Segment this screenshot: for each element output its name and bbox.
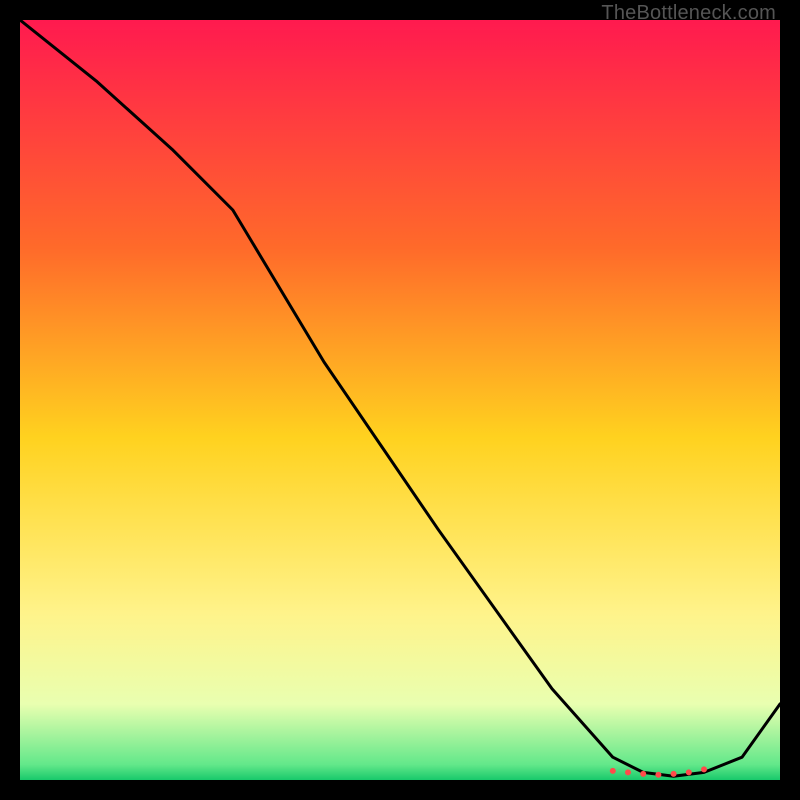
marker-dot — [671, 771, 677, 777]
chart-frame — [20, 20, 780, 780]
chart-background — [20, 20, 780, 780]
marker-dot — [610, 768, 616, 774]
marker-dot — [686, 769, 692, 775]
marker-dot — [655, 772, 661, 778]
marker-dot — [701, 766, 707, 772]
marker-dot — [625, 769, 631, 775]
chart-svg — [20, 20, 780, 780]
marker-dot — [640, 771, 646, 777]
